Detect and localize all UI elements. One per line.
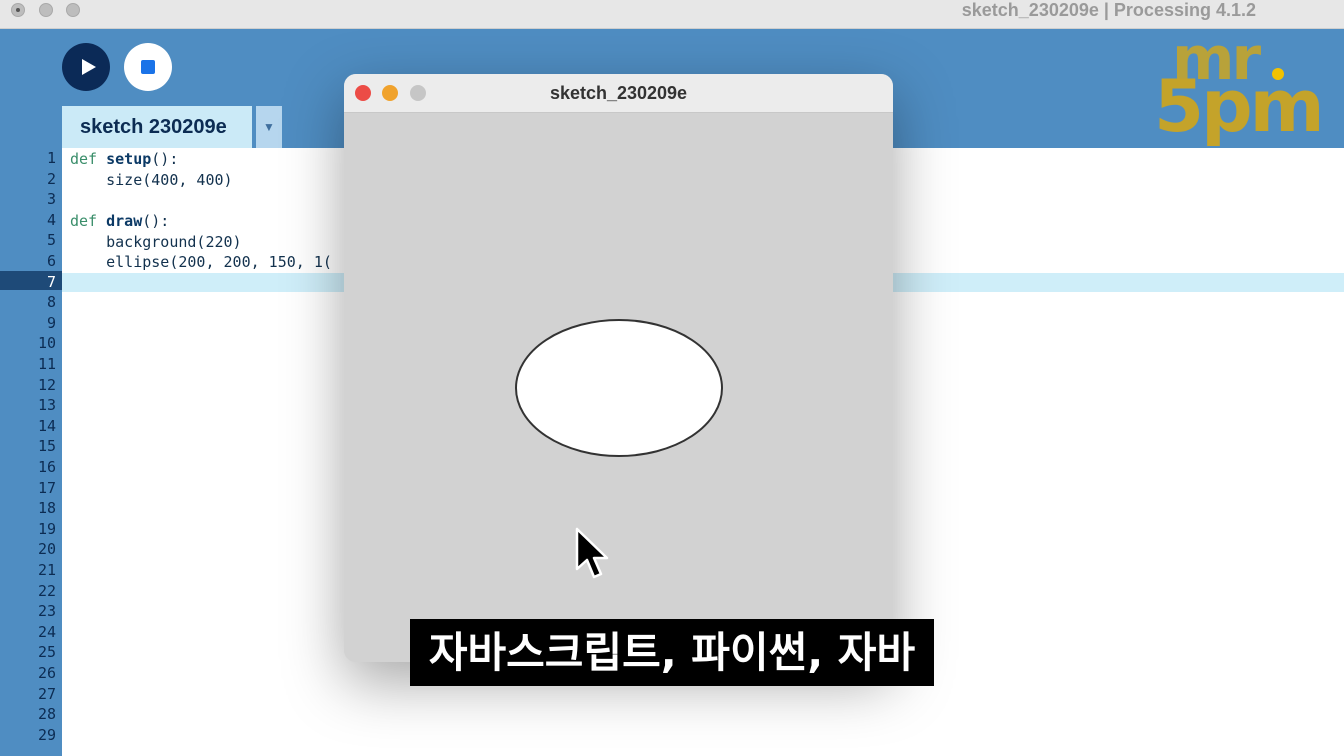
line-number: 3 <box>46 190 56 208</box>
stop-icon <box>141 60 155 74</box>
line-number: 14 <box>37 416 56 435</box>
sketch-canvas[interactable] <box>344 113 893 662</box>
line-number: 10 <box>37 334 56 353</box>
line-number: 4 <box>46 211 56 229</box>
function-name: setup <box>106 150 152 168</box>
logo-line2: 5pm <box>1154 64 1325 148</box>
window-close-button[interactable] <box>11 3 25 17</box>
code-line[interactable]: ellipse(200, 200, 150, 1( <box>70 253 332 271</box>
line-number: 25 <box>37 643 56 662</box>
line-number: 22 <box>37 581 56 600</box>
video-subtitle: 자바스크립트, 파이썬, 자바 <box>410 619 934 686</box>
line-number: 18 <box>37 499 56 518</box>
window-minimize-button[interactable] <box>39 3 53 17</box>
line-number: 23 <box>37 602 56 621</box>
line-number: 12 <box>37 375 56 394</box>
play-icon <box>82 59 96 75</box>
line-number: 19 <box>37 519 56 538</box>
line-number: 17 <box>37 478 56 497</box>
line-number: 2 <box>46 170 56 188</box>
code-line[interactable]: background(220) <box>70 233 241 251</box>
line-number: 29 <box>37 725 56 744</box>
line-number: 27 <box>37 684 56 703</box>
code-line[interactable]: size(400, 400) <box>70 171 232 189</box>
code-line[interactable]: def draw(): <box>70 212 169 230</box>
sketch-title-bar[interactable]: sketch_230209e <box>344 74 893 113</box>
line-number: 13 <box>37 396 56 415</box>
sketch-window-title: sketch_230209e <box>549 83 688 103</box>
line-number: 26 <box>37 664 56 682</box>
line-number: 8 <box>46 293 56 312</box>
window-title: sketch_230209e | Processing 4.1.2 <box>961 0 1256 20</box>
mouse-pointer-icon <box>575 527 609 579</box>
line-number: 15 <box>37 437 56 456</box>
title-bar: sketch_230209e | Processing 4.1.2 <box>0 0 1344 29</box>
code-line[interactable]: def setup(): <box>70 150 178 168</box>
keyword: def <box>70 150 98 168</box>
code-text: (): <box>151 150 179 168</box>
keyword: def <box>70 212 98 230</box>
line-number: 11 <box>37 355 56 373</box>
line-number: 21 <box>37 561 56 579</box>
line-number: 16 <box>37 458 56 476</box>
window-zoom-button[interactable] <box>66 3 80 17</box>
stop-button[interactable] <box>124 43 172 91</box>
line-number: 28 <box>37 705 56 724</box>
line-number: 20 <box>37 540 56 559</box>
line-number-gutter: 1 2 3 4 5 6 7 8 9 10 11 12 13 14 15 16 17 18 19 20 21 2… <box>0 148 62 756</box>
line-number: 6 <box>46 252 56 270</box>
line-number: 5 <box>46 231 56 249</box>
function-name: draw <box>106 212 143 230</box>
sketch-canvas-svg <box>515 319 723 457</box>
code-text: (): <box>142 212 170 230</box>
drawn-ellipse <box>515 319 723 457</box>
tab-menu-chevron-down-icon[interactable]: ▼ <box>256 106 282 148</box>
tab-sketch[interactable]: sketch 230209e <box>62 106 252 148</box>
line-number: 1 <box>46 149 56 167</box>
line-number: 7 <box>46 272 56 291</box>
run-button[interactable] <box>62 43 110 91</box>
line-number: 9 <box>46 313 56 332</box>
line-number: 24 <box>37 622 56 641</box>
